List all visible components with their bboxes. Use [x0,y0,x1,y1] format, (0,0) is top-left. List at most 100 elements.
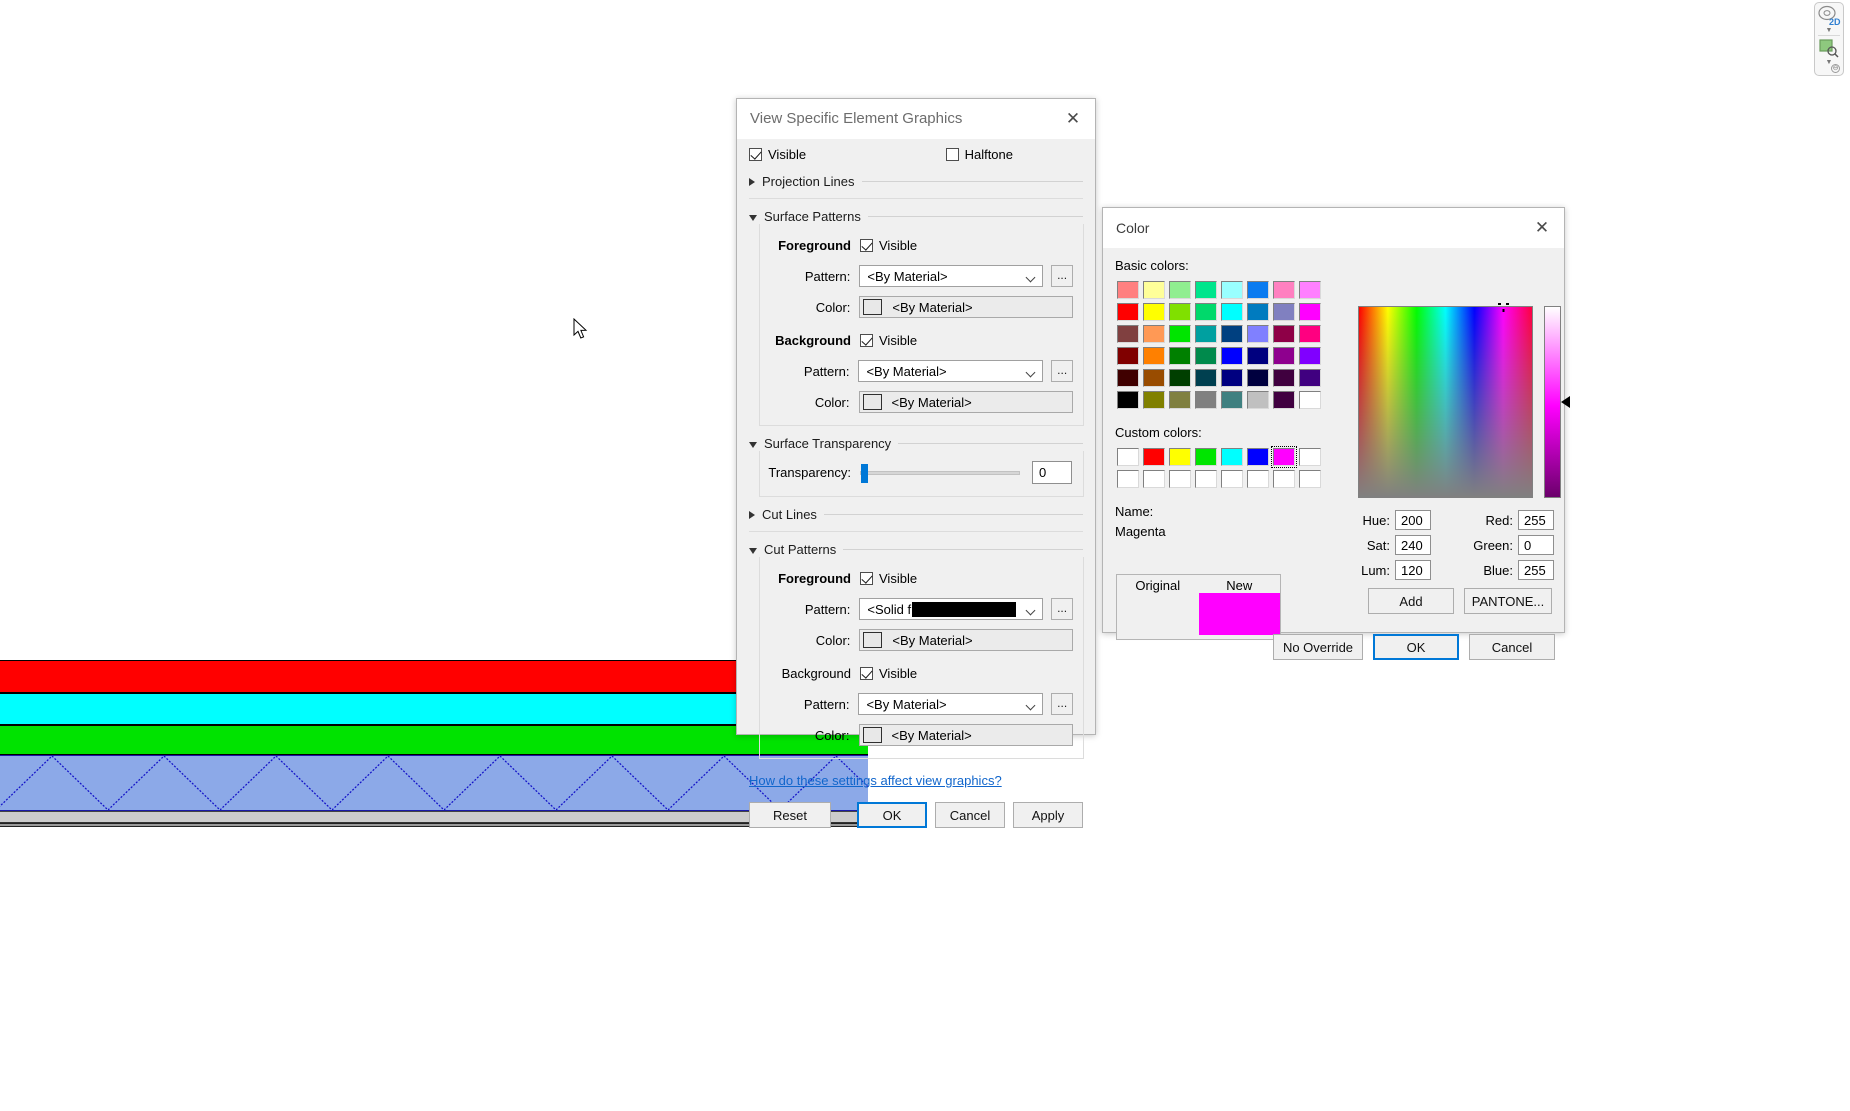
add-color-button[interactable]: Add [1368,588,1454,614]
basic-color-15[interactable] [1297,301,1323,323]
basic-color-30[interactable] [1271,345,1297,367]
cut-background-visible-checkbox[interactable] [860,667,873,680]
basic-color-42[interactable] [1167,389,1193,411]
cut-bg-pattern-browse-button[interactable]: ... [1051,693,1073,715]
surface-fg-color-field[interactable]: <By Material> [859,296,1073,318]
basic-color-44[interactable] [1219,389,1245,411]
vseg-apply-button[interactable]: Apply [1013,802,1083,828]
basic-color-31[interactable] [1297,345,1323,367]
custom-color-2[interactable] [1167,446,1193,468]
custom-color-5[interactable] [1245,446,1271,468]
basic-color-34[interactable] [1167,367,1193,389]
basic-color-6[interactable] [1271,279,1297,301]
basic-color-14[interactable] [1271,301,1297,323]
basic-color-45[interactable] [1245,389,1271,411]
basic-color-35[interactable] [1193,367,1219,389]
basic-color-0[interactable] [1115,279,1141,301]
navbar-close-icon[interactable]: ⊖ [1831,64,1840,73]
custom-color-14[interactable] [1271,468,1297,490]
chevron-down-icon-surface-transparency[interactable] [749,442,757,448]
basic-color-3[interactable] [1193,279,1219,301]
basic-color-8[interactable] [1115,301,1141,323]
steering-wheel-2d-icon[interactable]: 2D [1816,5,1842,27]
basic-color-32[interactable] [1115,367,1141,389]
basic-color-36[interactable] [1219,367,1245,389]
custom-color-7[interactable] [1297,446,1323,468]
basic-color-39[interactable] [1297,367,1323,389]
custom-color-8[interactable] [1115,468,1141,490]
basic-color-19[interactable] [1193,323,1219,345]
custom-color-0[interactable] [1115,446,1141,468]
navbar-caret-icon-top[interactable]: ▼ [1826,27,1833,34]
custom-color-10[interactable] [1167,468,1193,490]
blue-input[interactable]: 255 [1518,560,1554,580]
sat-input[interactable]: 240 [1395,535,1431,555]
surface-foreground-visible-checkbox[interactable] [860,239,873,252]
basic-color-47[interactable] [1297,389,1323,411]
transparency-value-input[interactable]: 0 [1032,461,1072,484]
basic-color-22[interactable] [1271,323,1297,345]
basic-color-28[interactable] [1219,345,1245,367]
vseg-close-button[interactable]: ✕ [1051,99,1095,139]
basic-color-26[interactable] [1167,345,1193,367]
chevron-down-icon-surface-patterns[interactable] [749,215,757,221]
color-spectrum-picker[interactable] [1358,306,1533,498]
section-cut-lines[interactable]: Cut Lines [749,507,1083,522]
custom-color-6[interactable] [1271,446,1297,468]
cut-foreground-visible-checkbox[interactable] [860,572,873,585]
surface-fg-color-swatch[interactable] [863,299,882,315]
vseg-ok-button[interactable]: OK [857,802,927,828]
no-override-button[interactable]: No Override [1273,634,1363,660]
surface-bg-color-field[interactable]: <By Material> [859,391,1074,413]
basic-color-13[interactable] [1245,301,1271,323]
basic-color-43[interactable] [1193,389,1219,411]
lum-input[interactable]: 120 [1395,560,1431,580]
basic-color-29[interactable] [1245,345,1271,367]
custom-color-12[interactable] [1219,468,1245,490]
vseg-cancel-button[interactable]: Cancel [935,802,1005,828]
transparency-slider[interactable] [860,471,1020,475]
basic-color-4[interactable] [1219,279,1245,301]
custom-color-1[interactable] [1141,446,1167,468]
chevron-down-icon-cut-patterns[interactable] [749,548,757,554]
color-ok-button[interactable]: OK [1373,634,1459,660]
basic-color-20[interactable] [1219,323,1245,345]
surface-bg-color-swatch[interactable] [863,394,882,410]
pantone-button[interactable]: PANTONE... [1464,588,1552,614]
vseg-visible-checkbox[interactable] [749,148,762,161]
basic-color-11[interactable] [1193,301,1219,323]
chevron-down-icon-surface-bg-pattern[interactable] [1026,368,1036,378]
section-surface-patterns[interactable]: Surface Patterns [749,209,1083,224]
luminance-slider[interactable] [1544,306,1561,498]
basic-color-23[interactable] [1297,323,1323,345]
vseg-halftone-checkbox[interactable] [946,148,959,161]
chevron-right-icon-projection-lines[interactable] [749,178,755,186]
basic-color-37[interactable] [1245,367,1271,389]
custom-color-9[interactable] [1141,468,1167,490]
navigation-bar[interactable]: 2D ▼ ▼ ⊖ [1814,2,1844,76]
transparency-slider-thumb[interactable] [861,464,868,483]
basic-color-40[interactable] [1115,389,1141,411]
cut-fg-pattern-browse-button[interactable]: ... [1051,598,1073,620]
section-cut-patterns[interactable]: Cut Patterns [749,542,1083,557]
hue-input[interactable]: 200 [1395,510,1431,530]
chevron-down-icon-surface-fg-pattern[interactable] [1026,273,1036,283]
basic-color-21[interactable] [1245,323,1271,345]
surface-bg-pattern-combo[interactable]: <By Material> [858,360,1043,382]
basic-color-33[interactable] [1141,367,1167,389]
basic-color-41[interactable] [1141,389,1167,411]
basic-color-12[interactable] [1219,301,1245,323]
surface-bg-pattern-browse-button[interactable]: ... [1051,360,1073,382]
custom-color-3[interactable] [1193,446,1219,468]
custom-color-4[interactable] [1219,446,1245,468]
surface-background-visible-checkbox[interactable] [860,334,873,347]
basic-color-46[interactable] [1271,389,1297,411]
cut-bg-color-swatch[interactable] [863,727,882,743]
color-cancel-button[interactable]: Cancel [1469,634,1555,660]
view-graphics-help-link[interactable]: How do these settings affect view graphi… [749,773,1002,788]
section-projection-lines[interactable]: Projection Lines [749,174,1083,189]
luminance-slider-arrow[interactable] [1561,396,1570,408]
color-close-button[interactable]: ✕ [1520,208,1564,248]
surface-fg-pattern-combo[interactable]: <By Material> [859,265,1043,287]
custom-color-13[interactable] [1245,468,1271,490]
